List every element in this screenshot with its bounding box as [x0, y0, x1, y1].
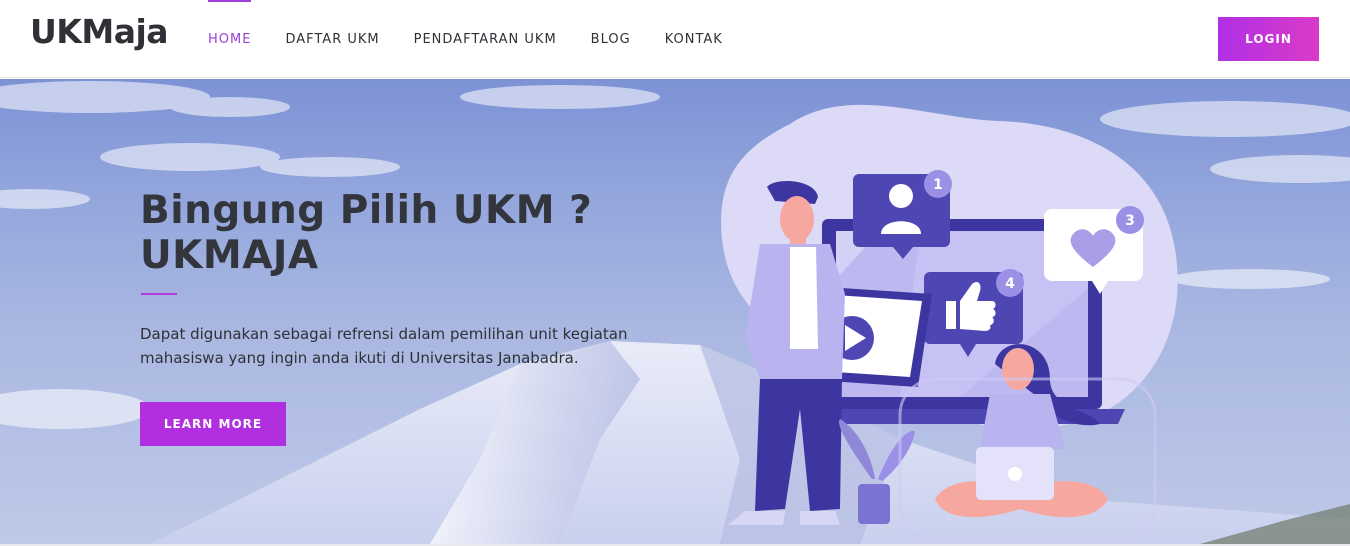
hero-divider: [141, 293, 177, 295]
learn-more-button[interactable]: LEARN MORE: [140, 402, 286, 446]
nav-item-blog[interactable]: BLOG: [574, 0, 648, 78]
hero-title-line-2: UKMAJA: [140, 233, 319, 278]
user-bubble: 1: [853, 170, 952, 259]
social-media-illustration: 1 3 4: [721, 104, 1178, 543]
hero-description: Dapat digunakan sebagai refrensi dalam p…: [140, 325, 628, 367]
thumbs-bubble: 4: [924, 269, 1024, 357]
nav-item-daftar-ukm[interactable]: DAFTAR UKM: [268, 0, 396, 78]
site-header: UKMaja HOME DAFTAR UKM PENDAFTARAN UKM B…: [0, 0, 1350, 78]
main-nav: HOME DAFTAR UKM PENDAFTARAN UKM BLOG KON…: [191, 0, 740, 78]
nav-item-pendaftaran-ukm[interactable]: PENDAFTARAN UKM: [397, 0, 574, 78]
hero-section: 1 3 4 Bingung Pilih UKM ? UKMAJA Dapat d…: [0, 79, 1350, 544]
nav-item-home[interactable]: HOME: [191, 0, 268, 78]
hero-title: Bingung Pilih UKM ? UKMAJA: [140, 188, 592, 278]
heart-bubble: 3: [1044, 206, 1144, 294]
site-logo[interactable]: UKMaja: [30, 12, 169, 51]
thumbs-up-icon: [946, 301, 956, 329]
hero-title-line-1: Bingung Pilih UKM ?: [140, 188, 593, 233]
plant: [839, 419, 915, 524]
badge-3: 3: [1125, 213, 1135, 229]
badge-4: 4: [1005, 276, 1015, 292]
badge-1: 1: [933, 177, 943, 193]
login-button[interactable]: LOGIN: [1218, 17, 1319, 61]
nav-item-kontak[interactable]: KONTAK: [648, 0, 740, 78]
user-icon: [889, 184, 913, 208]
